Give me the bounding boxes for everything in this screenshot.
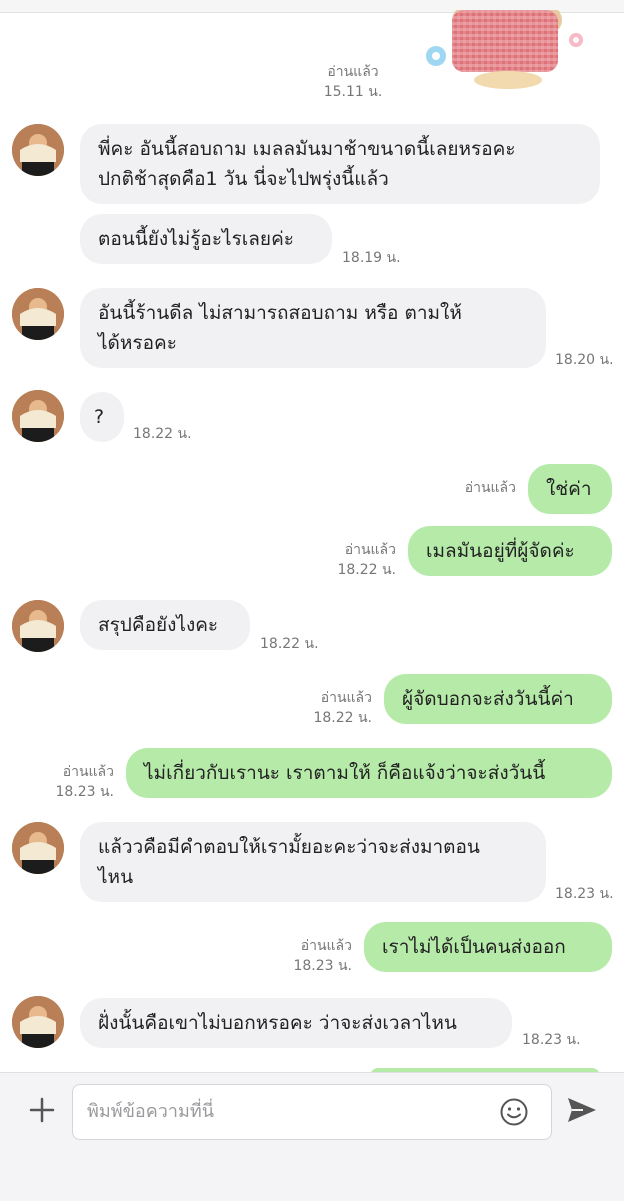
read-label: อ่านแล้ว xyxy=(320,690,372,706)
message-text: สรุปคือยังไงคะ xyxy=(98,614,219,636)
read-label: อ่านแล้ว xyxy=(327,64,379,80)
sticker-read-status: อ่านแล้ว 15.11 น. xyxy=(300,62,406,102)
message-text: ใช่ค่า xyxy=(546,478,592,500)
message-bubble-incoming[interactable]: สรุปคือยังไงคะ xyxy=(80,600,250,650)
timestamp: 18.19 น. xyxy=(342,250,401,266)
timestamp: 15.11 น. xyxy=(323,84,383,100)
message-read-status: อ่านแล้ว xyxy=(440,478,516,498)
read-label: อ่านแล้ว xyxy=(344,542,396,558)
message-bubble-incoming[interactable]: พี่คะ อันนี้สอบถาม เมลลมันมาช้าขนาดนี้เล… xyxy=(80,124,600,204)
avatar[interactable] xyxy=(12,390,64,442)
message-read-status: อ่านแล้ว 18.22 น. xyxy=(320,540,396,580)
message-bubble-incoming[interactable]: ? xyxy=(80,392,124,442)
timestamp: 18.22 น. xyxy=(337,562,396,578)
message-bubble-outgoing[interactable]: เราไม่ได้เป็นคนส่งออก xyxy=(364,922,612,972)
message-bubble-incoming[interactable]: อันนี้ร้านดีล ไม่สามารถสอบถาม หรือ ตามให… xyxy=(80,288,546,368)
timestamp: 18.23 น. xyxy=(522,1032,581,1048)
avatar[interactable] xyxy=(12,996,64,1048)
message-text: เมลมันอยู่ที่ผู้จัดค่ะ xyxy=(426,540,575,562)
message-bubble-outgoing[interactable]: ไม่เกี่ยวกับเรานะ เราตามให้ ก็คือแจ้งว่า… xyxy=(126,748,612,798)
message-text: ตอนนี้ยังไม่รู้อะไรเลยค่ะ xyxy=(98,228,294,250)
timestamp: 18.22 น. xyxy=(260,636,319,652)
message-read-status: อ่านแล้ว 18.22 น. xyxy=(296,688,372,728)
avatar[interactable] xyxy=(12,822,64,874)
timestamp: 18.23 น. xyxy=(55,784,114,800)
message-bubble-outgoing[interactable]: ใช่ค่า xyxy=(528,464,612,514)
message-text-line: อันนี้ร้านดีล ไม่สามารถสอบถาม หรือ ตามให… xyxy=(98,302,462,324)
message-bubble-incoming[interactable]: ฝั่งนั้นคือเขาไม่บอกหรอคะ ว่าจะส่งเวลาไห… xyxy=(80,998,512,1048)
message-text: ฝั่งนั้นคือเขาไม่บอกหรอคะ ว่าจะส่งเวลาไห… xyxy=(98,1012,457,1034)
message-text: ไม่เกี่ยวกับเรานะ เราตามให้ ก็คือแจ้งว่า… xyxy=(144,762,546,784)
read-label: อ่านแล้ว xyxy=(300,938,352,954)
send-arrow-icon[interactable] xyxy=(566,1096,598,1124)
plus-icon[interactable] xyxy=(28,1096,56,1124)
avatar[interactable] xyxy=(12,288,64,340)
avatar[interactable] xyxy=(12,600,64,652)
message-bubble-outgoing[interactable]: เมลมันอยู่ที่ผู้จัดค่ะ xyxy=(408,526,612,576)
read-label: อ่านแล้ว xyxy=(464,480,516,496)
message-bubble-incoming[interactable]: ตอนนี้ยังไม่รู้อะไรเลยค่ะ xyxy=(80,214,332,264)
message-bubble-outgoing[interactable]: ผู้จัดบอกจะส่งวันนี้ค่า xyxy=(384,674,612,724)
message-text-line: ได้หรอคะ xyxy=(98,332,177,354)
message-read-status: อ่านแล้ว 18.23 น. xyxy=(38,762,114,802)
timestamp: 18.22 น. xyxy=(313,710,372,726)
timestamp: 18.23 น. xyxy=(555,886,614,902)
message-text-line: แล้ววคือมีคำตอบให้เรามั้ยอะคะว่าจะส่งมาต… xyxy=(98,836,480,858)
message-text-line: ปกติช้าสุดคือ1 วัน นี่จะไปพรุ่งนี้แล้ว xyxy=(98,168,389,190)
message-input-placeholder: พิมพ์ข้อความที่นี่ xyxy=(87,1101,215,1122)
message-text: ผู้จัดบอกจะส่งวันนี้ค่า xyxy=(402,688,574,710)
message-text: ? xyxy=(94,406,105,428)
smiley-icon[interactable] xyxy=(499,1097,529,1127)
message-text-line: ไหน xyxy=(98,866,134,888)
timestamp: 18.20 น. xyxy=(555,352,614,368)
timestamp: 18.22 น. xyxy=(133,426,192,442)
timestamp: 18.23 น. xyxy=(293,958,352,974)
avatar[interactable] xyxy=(12,124,64,176)
sticker-image[interactable] xyxy=(418,10,586,90)
read-label: อ่านแล้ว xyxy=(62,764,114,780)
message-text: เราไม่ได้เป็นคนส่งออก xyxy=(382,936,566,958)
message-read-status: อ่านแล้ว 18.23 น. xyxy=(276,936,352,976)
message-bubble-incoming[interactable]: แล้ววคือมีคำตอบให้เรามั้ยอะคะว่าจะส่งมาต… xyxy=(80,822,546,902)
message-input[interactable]: พิมพ์ข้อความที่นี่ xyxy=(72,1084,552,1140)
message-text-line: พี่คะ อันนี้สอบถาม เมลลมันมาช้าขนาดนี้เล… xyxy=(98,138,516,160)
